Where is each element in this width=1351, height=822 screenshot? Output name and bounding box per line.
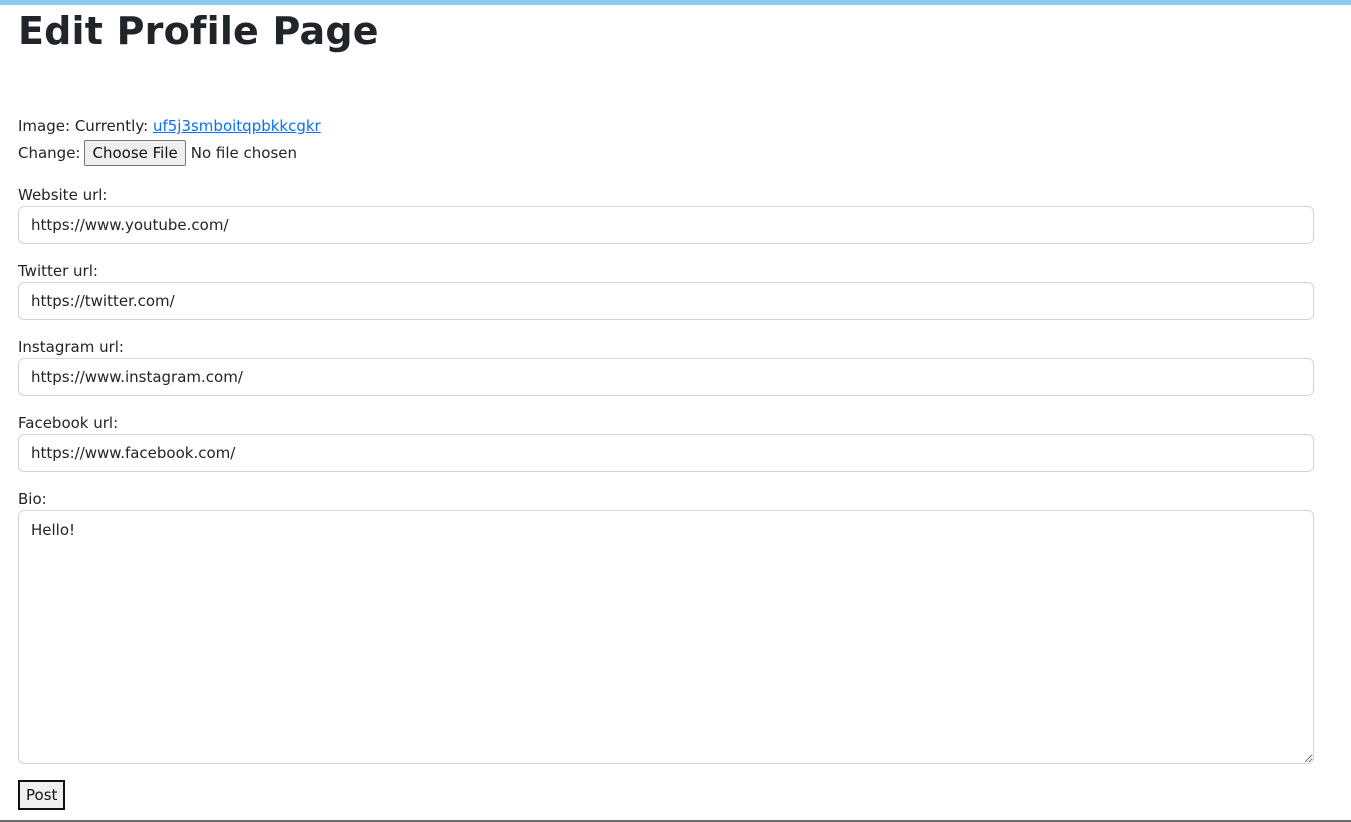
choose-file-button[interactable]: Choose File — [84, 140, 186, 166]
image-current-row: Image: Currently: uf5j3smboitqpbkkcgkr — [18, 113, 1314, 139]
change-label: Change: — [18, 144, 81, 162]
facebook-url-input[interactable] — [18, 434, 1314, 472]
website-url-input[interactable] — [18, 206, 1314, 244]
no-file-chosen-text: No file chosen — [190, 144, 297, 162]
current-image-link[interactable]: uf5j3smboitqpbkkcgkr — [153, 117, 321, 135]
bio-label: Bio: — [18, 490, 47, 508]
instagram-url-input[interactable] — [18, 358, 1314, 396]
twitter-url-input[interactable] — [18, 282, 1314, 320]
post-button[interactable]: Post — [18, 780, 66, 810]
facebook-url-label: Facebook url: — [18, 414, 119, 432]
edit-profile-form: Edit Profile Page Image: Currently: uf5j… — [18, 5, 1314, 810]
image-label: Image: — [18, 117, 71, 135]
website-url-label: Website url: — [18, 186, 108, 204]
instagram-url-label: Instagram url: — [18, 338, 124, 356]
page-title: Edit Profile Page — [18, 9, 379, 53]
twitter-url-label: Twitter url: — [18, 262, 98, 280]
image-change-row: Change: Choose File No file chosen — [18, 139, 1314, 167]
bio-textarea[interactable]: Hello! — [18, 510, 1314, 764]
currently-label: Currently: — [74, 117, 149, 135]
